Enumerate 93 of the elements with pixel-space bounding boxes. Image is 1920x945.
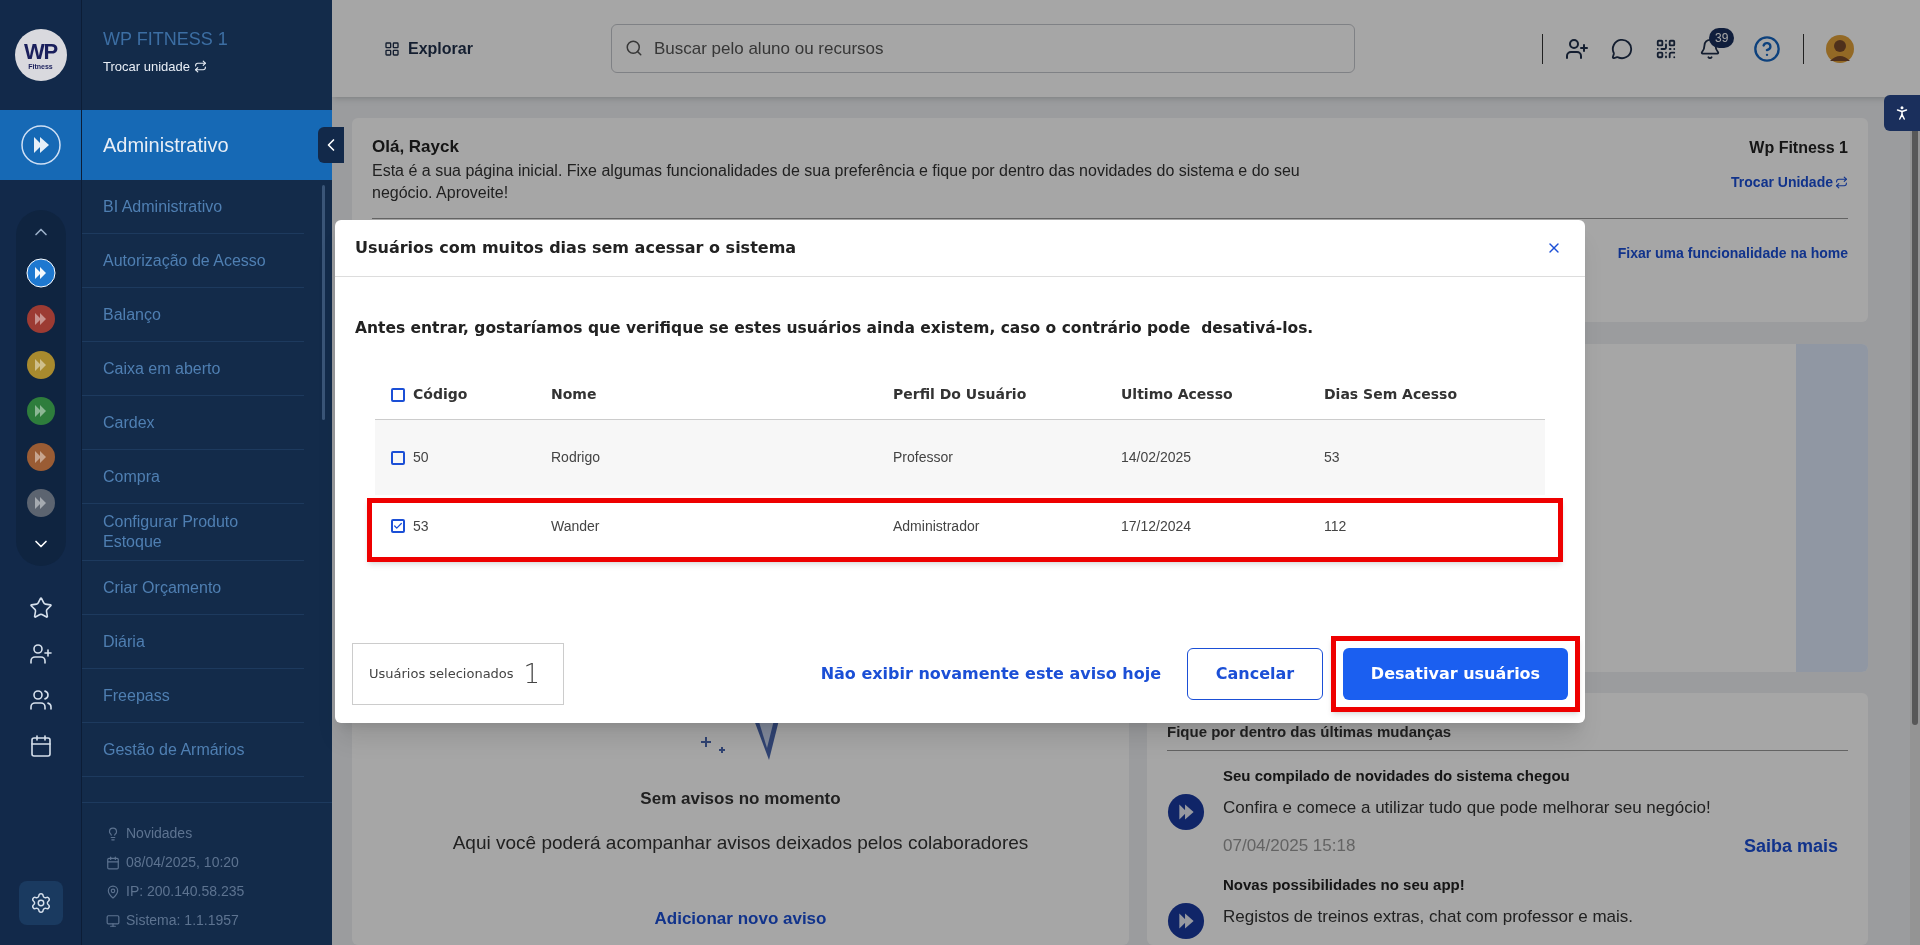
swap-icon <box>193 59 207 73</box>
module-dot[interactable] <box>25 258 56 288</box>
search-field[interactable]: Buscar pelo aluno ou recursos <box>610 24 1355 73</box>
module-dot[interactable] <box>25 488 56 518</box>
system-info: 08/04/2025, 10:20 <box>126 853 239 872</box>
column-header: Código <box>413 385 468 405</box>
column-header: Ultimo Acesso <box>1121 385 1233 405</box>
table-cell-text: Administrador <box>893 516 980 536</box>
swap-icon <box>1835 176 1848 189</box>
table-cell-text: 53 <box>413 516 429 536</box>
add-notice-link[interactable]: Adicionar novo aviso <box>654 905 827 931</box>
menu-item[interactable]: Caixa em aberto <box>82 342 304 396</box>
location-pin-icon <box>106 884 120 899</box>
cancel-button[interactable]: Cancelar <box>1187 648 1323 700</box>
news-icon[interactable] <box>1167 901 1205 940</box>
pin-feature-link[interactable]: Fixar uma funcionalidade na home <box>1617 242 1848 264</box>
notices-title: Sem avisos no momento <box>640 787 841 810</box>
notification-badge: 39 <box>1709 27 1735 48</box>
news-text: Registos de treinos extras, chat com professor e mais. <box>1223 906 1635 928</box>
table-cell-text: 53 <box>1324 448 1340 468</box>
module-icon[interactable] <box>20 125 61 165</box>
unit-name: WP FITNESS 1 <box>103 28 229 51</box>
table-cell-text: 14/02/2025 <box>1121 448 1192 468</box>
menu-item[interactable]: BI Administrativo <box>82 180 304 234</box>
module-dot[interactable] <box>25 304 56 334</box>
settings-button[interactable] <box>18 881 63 925</box>
module-title: Administrativo <box>82 110 332 180</box>
collapse-button[interactable] <box>318 127 344 163</box>
switch-unit-link[interactable]: Trocar unidade <box>103 56 207 76</box>
menu-item[interactable]: Autorização de Acesso <box>82 234 304 288</box>
dialog-title: Usuários com muitos dias sem acessar o sistema <box>355 237 797 259</box>
switch-unit-link[interactable]: Trocar Unidade <box>1731 172 1848 193</box>
logo-title: WP <box>23 40 58 63</box>
system-info: IP: 200.140.58.235 <box>126 882 245 901</box>
qr-code-icon[interactable] <box>1655 37 1677 60</box>
deactivate-button[interactable]: Desativar usuários <box>1343 648 1568 700</box>
grid-icon <box>384 40 400 57</box>
greeting: Olá, Rayck <box>372 136 460 158</box>
news-icon[interactable] <box>1167 792 1205 831</box>
menu-item[interactable]: Freepass <box>82 669 304 723</box>
menu-item[interactable]: Compra <box>82 450 304 504</box>
table-cell-text: 112 <box>1324 516 1347 536</box>
users-icon[interactable] <box>28 688 53 712</box>
help-icon[interactable] <box>1753 34 1781 63</box>
menu-item[interactable]: Cardex <box>82 396 304 450</box>
menu-item[interactable]: Gestão de Armários <box>82 723 304 777</box>
star-icon[interactable] <box>28 596 53 620</box>
table-cell-text: Rodrigo <box>551 448 601 468</box>
news-title: Seu compilado de novidades do sistema chegou <box>1223 765 1571 786</box>
column-header: Nome <box>551 385 597 405</box>
menu-item[interactable]: Configurar Produto Estoque <box>82 504 304 561</box>
notices-text: Aqui você poderá acompanhar avisos deixados pelos colaboradores <box>452 831 1029 855</box>
table-row[interactable]: 50 Rodrigo Professor 14/02/2025 53 <box>375 420 1545 496</box>
news-date: 07/04/2025 15:18 <box>1223 835 1356 858</box>
avatar[interactable] <box>1826 34 1854 63</box>
explore-button[interactable]: Explorar <box>384 36 473 61</box>
read-more-link[interactable]: Saiba mais <box>1743 832 1838 860</box>
check-icon <box>393 521 403 532</box>
column-header: Dias Sem Acesso <box>1324 385 1458 405</box>
row-checkbox[interactable] <box>391 519 405 534</box>
table-cell-text: Professor <box>893 448 953 468</box>
calendar-icon <box>106 855 120 870</box>
menu-item[interactable]: Criar Orçamento <box>82 561 304 615</box>
news-text: Confira e comece a utilizar tudo que pode melhorar seu negócio! <box>1223 797 1712 819</box>
table-cell-text: Wander <box>551 516 600 536</box>
dismiss-link[interactable]: Não exibir novamente este aviso hoje <box>820 662 1161 686</box>
news-title: Novas possibilidades no seu app! <box>1223 874 1466 895</box>
lightbulb-icon <box>106 826 120 841</box>
system-info: Novidades <box>126 824 193 843</box>
add-user-icon[interactable] <box>28 642 53 666</box>
module-dot[interactable] <box>25 350 56 380</box>
monitor-icon <box>106 913 120 928</box>
module-dot[interactable] <box>25 442 56 472</box>
chat-icon[interactable] <box>1611 37 1633 60</box>
row-checkbox[interactable] <box>391 450 405 465</box>
selected-label: Usuários selecionados <box>369 665 514 684</box>
welcome-text: Esta é a sua página inicial. Fixe algumas funcionalidades de sua preferência e fique por dentro das novidades do sistema e do seu negócio. Aproveite! <box>372 160 1301 203</box>
system-info: Sistema: 1.1.1957 <box>126 911 239 930</box>
search-icon <box>624 39 643 57</box>
dialog-intro: Antes entrar, gostaríamos que verifique se estes usuários ainda existem, caso o contrário pode desativá-los. <box>354 318 1315 339</box>
menu-item[interactable]: Diária <box>82 615 304 669</box>
menu-item[interactable]: Balanço <box>82 288 304 342</box>
unit-name: Wp Fitness 1 <box>1749 138 1848 158</box>
select-all-checkbox[interactable] <box>391 387 405 402</box>
table-cell-text: 50 <box>413 448 429 468</box>
accessibility-button[interactable] <box>1884 95 1920 131</box>
column-header: Perfil Do Usuário <box>893 385 1027 405</box>
module-dot[interactable] <box>25 396 56 426</box>
table-cell-text: 17/12/2024 <box>1121 516 1192 536</box>
gear-icon <box>29 892 52 914</box>
calendar-icon[interactable] <box>28 734 53 758</box>
add-user-icon[interactable] <box>1565 36 1589 61</box>
selected-count: 1 <box>523 657 541 691</box>
